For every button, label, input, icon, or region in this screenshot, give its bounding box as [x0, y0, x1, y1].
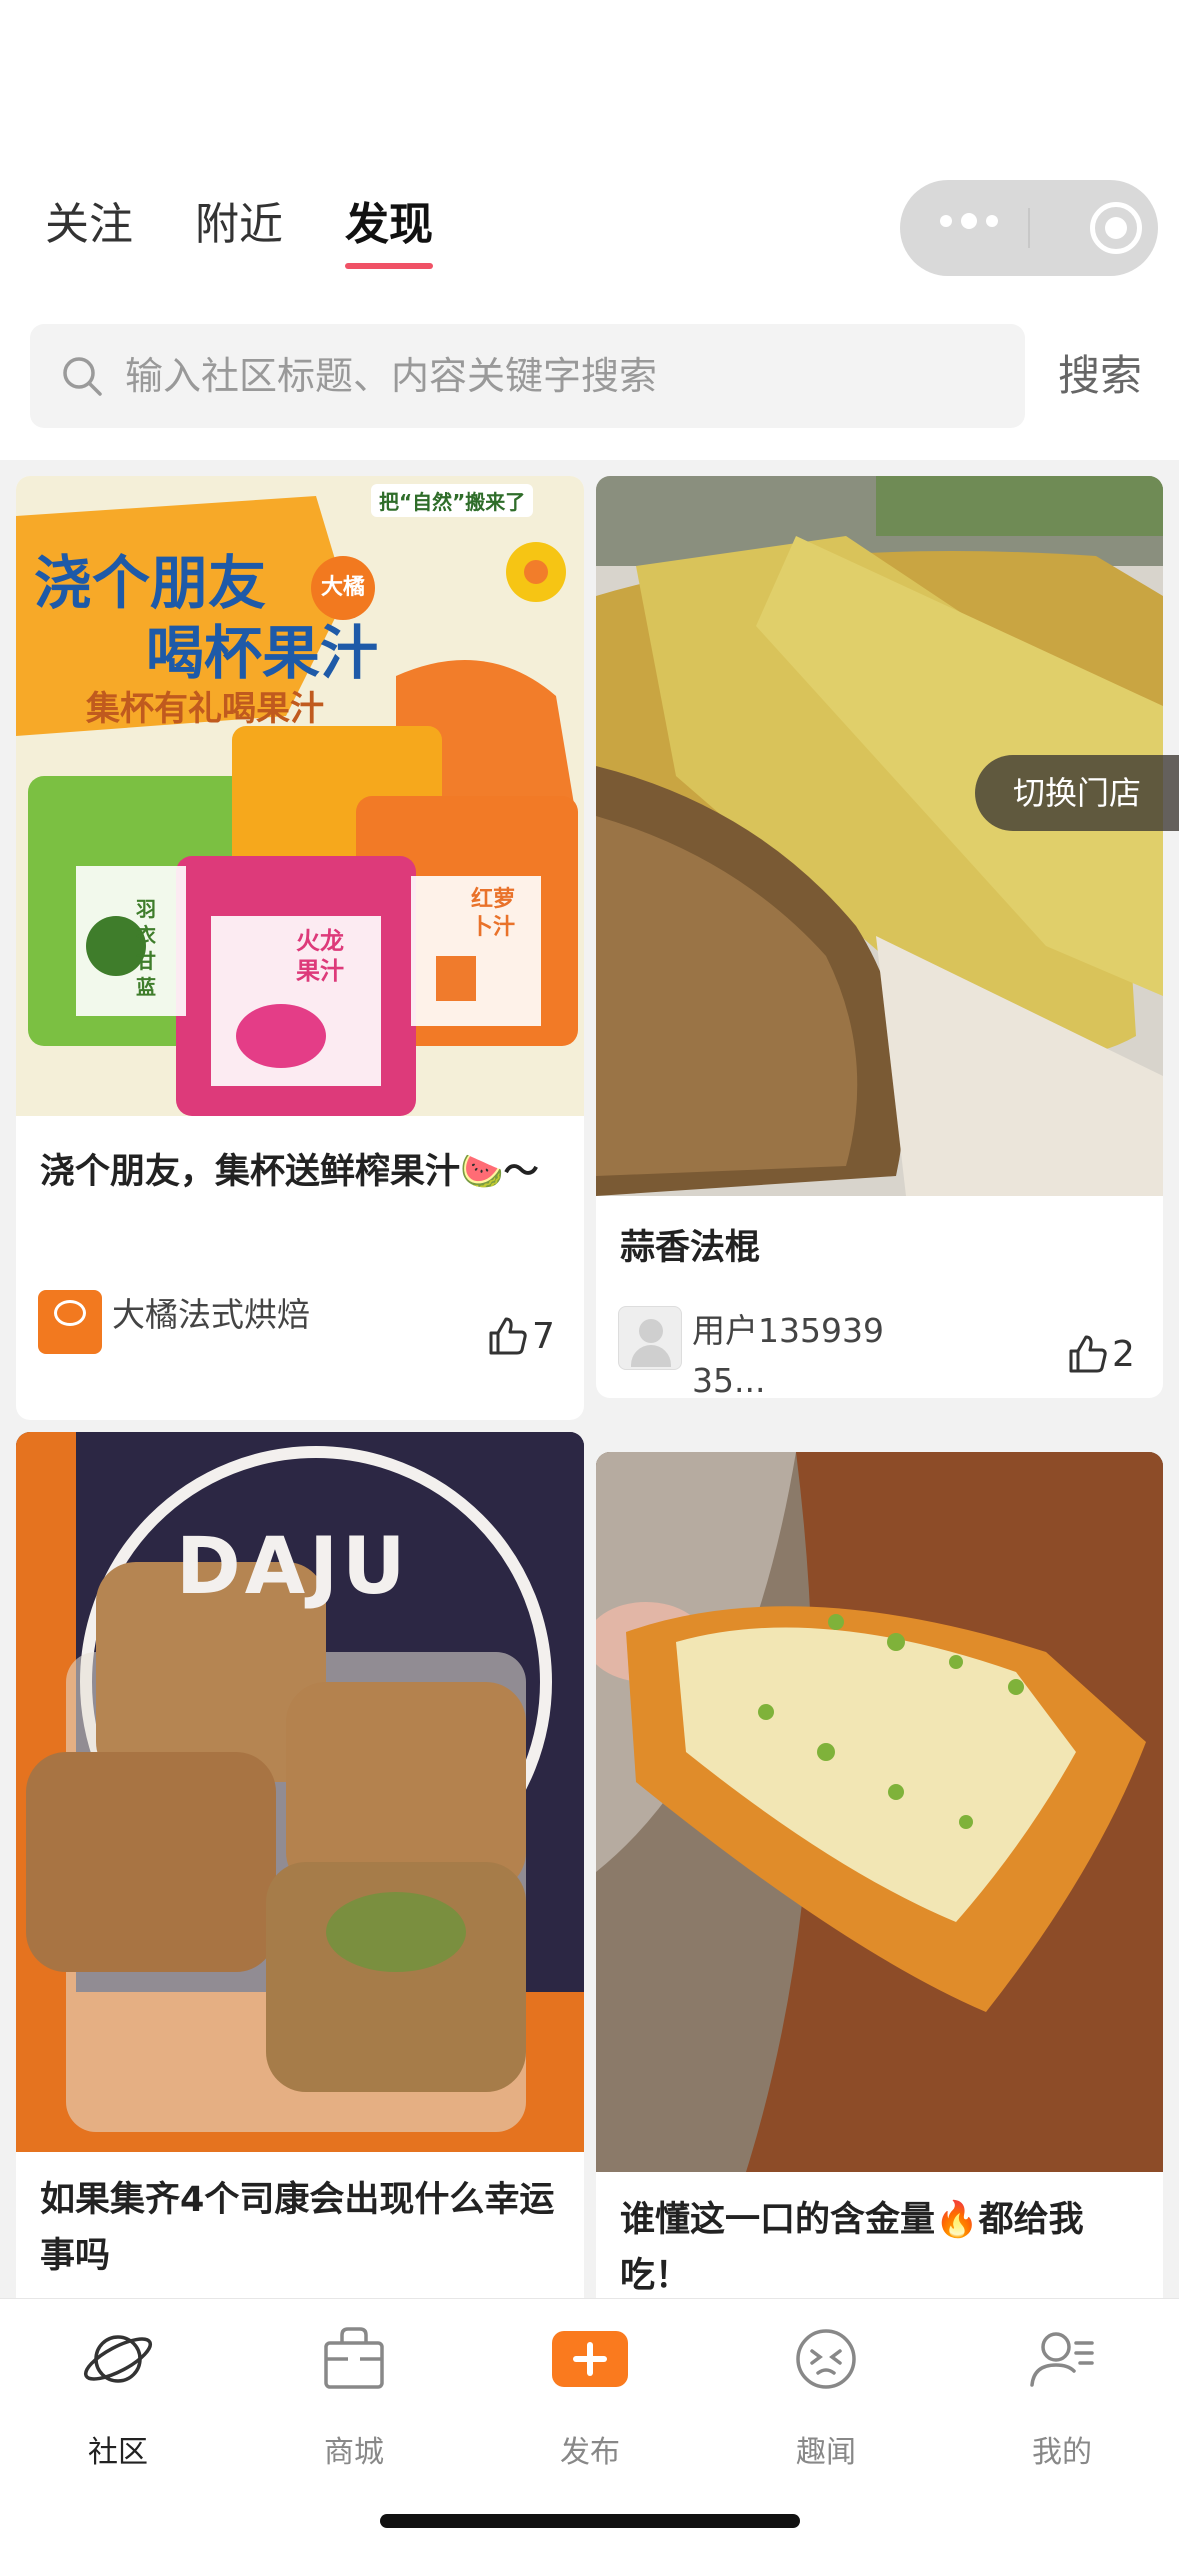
card-title: 如果集齐4个司康会出现什么幸运事吗 — [40, 2180, 555, 2276]
garlic-baguette-image — [596, 476, 1163, 1196]
poster-brand: 大橘 — [311, 556, 375, 620]
header: 关注 附近 发现 输入社区标题、内容关键字搜索 搜索 — [0, 0, 1179, 460]
card-title: 蒜香法棍 — [620, 1228, 761, 1268]
apple-pastry-image — [596, 1452, 1163, 2172]
juice-poster-image: 把“自然”搬来了 浇个朋友 喝杯果汁 集杯有礼喝果汁 大橘 羽衣甘蓝 火龙果汁 … — [16, 476, 584, 1116]
thumbs-up-icon — [489, 1317, 527, 1355]
card-author[interactable]: 大橘法式烘焙 — [38, 1290, 322, 1354]
tab-nearby[interactable]: 附近 — [195, 195, 283, 255]
poster-badge: 把“自然”搬来了 — [371, 484, 534, 517]
feed-card-baguette[interactable]: 蒜香法棍 用户13593935... 2 — [596, 476, 1163, 1398]
feed-card-apple-pastry[interactable]: 谁懂这一口的含金量🔥都给我吃！ — [596, 1452, 1163, 2312]
tab-follow[interactable]: 关注 — [45, 195, 133, 255]
cup-label-kale: 羽衣甘蓝 — [136, 897, 156, 999]
cup-label-dragonfruit: 火龙果汁 — [296, 927, 344, 985]
mini-program-capsule — [900, 180, 1158, 276]
tab-label: 我的 — [1032, 2435, 1092, 2470]
like-count: 7 — [532, 1315, 555, 1357]
search-button[interactable]: 搜索 — [1058, 324, 1142, 428]
tab-label: 商城 — [324, 2435, 384, 2470]
face-icon — [796, 2329, 856, 2389]
card-title: 浇个朋友，集杯送鲜榨果汁🍉～ — [40, 1152, 539, 1192]
tab-discover[interactable]: 发现 — [345, 195, 433, 269]
more-dots-icon[interactable] — [940, 213, 998, 229]
author-avatar — [38, 1290, 102, 1354]
feed-card-scones[interactable]: DAJU 如果集齐4个司康会出现什么幸运事吗 — [16, 1432, 584, 2312]
author-name: 大橘法式烘焙 — [112, 1295, 310, 1334]
like-button[interactable]: 7 — [486, 1314, 555, 1358]
poster-subline: 集杯有礼喝果汁 — [86, 689, 324, 729]
tab-label: 社区 — [88, 2435, 148, 2470]
tab-label: 趣闻 — [796, 2435, 856, 2470]
scones-image: DAJU — [16, 1432, 584, 2152]
brand-logo-icon — [54, 1300, 86, 1326]
capsule-divider — [1028, 208, 1030, 248]
default-avatar-icon — [618, 1306, 682, 1370]
like-count: 2 — [1112, 1333, 1135, 1375]
planet-icon — [83, 2335, 153, 2383]
tab-label: 发布 — [560, 2435, 620, 2470]
feed-tabs: 关注 附近 发现 — [45, 195, 495, 269]
switch-store-button[interactable]: 切换门店 — [975, 755, 1179, 831]
search-input[interactable]: 输入社区标题、内容关键字搜索 — [30, 324, 1025, 428]
user-list-icon — [1030, 2332, 1094, 2387]
like-button[interactable]: 2 — [1066, 1332, 1135, 1376]
search-icon — [63, 357, 102, 396]
search-placeholder: 输入社区标题、内容关键字搜索 — [125, 354, 658, 398]
target-circle-icon[interactable] — [1090, 202, 1142, 254]
feed-card-juice[interactable]: 把“自然”搬来了 浇个朋友 喝杯果汁 集杯有礼喝果汁 大橘 羽衣甘蓝 火龙果汁 … — [16, 476, 584, 1420]
daju-sign: DAJU — [176, 1522, 410, 1612]
home-indicator[interactable] — [380, 2514, 800, 2528]
thumbs-up-icon — [1069, 1335, 1107, 1373]
card-title: 谁懂这一口的含金量🔥都给我吃！ — [620, 2200, 1084, 2296]
card-author[interactable]: 用户13593935... — [618, 1306, 902, 1398]
shopping-bag-icon — [324, 2327, 384, 2389]
cup-label-carrot: 红萝卜汁 — [471, 887, 516, 940]
plus-icon — [552, 2331, 628, 2387]
author-name: 用户13593935... — [692, 1311, 884, 1398]
